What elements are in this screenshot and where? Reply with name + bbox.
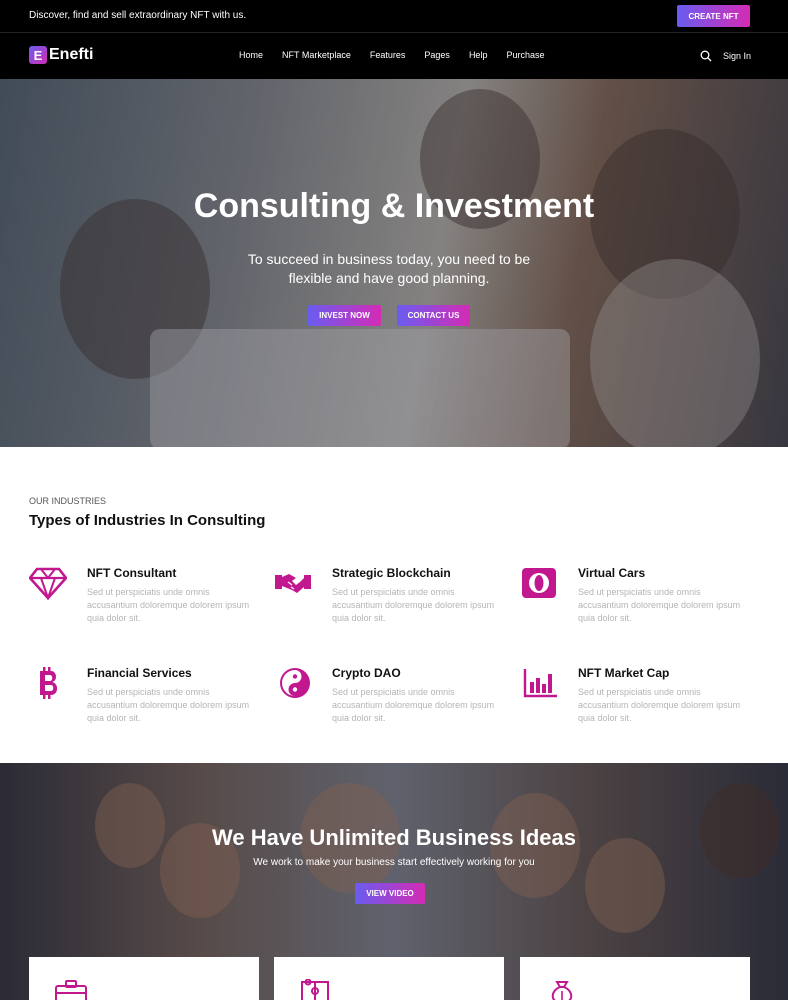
feature-card[interactable]: [520, 957, 750, 1000]
industry-name: NFT Market Cap: [578, 666, 670, 680]
industry-item[interactable]: Virtual Cars Sed ut perspiciatis unde om…: [520, 566, 750, 626]
industry-description: Sed ut perspiciatis unde omnis accusanti…: [578, 587, 741, 623]
yin-yang-icon: [280, 668, 310, 698]
money-bag-icon: [551, 981, 573, 1000]
search-icon[interactable]: [700, 50, 712, 62]
diamond-icon: [29, 567, 67, 600]
bar-chart-icon: [523, 669, 557, 698]
industry-description: Sed ut perspiciatis unde omnis accusanti…: [578, 687, 741, 723]
bitcoin-icon: [40, 667, 58, 699]
industry-name: Financial Services: [87, 666, 192, 680]
industry-item[interactable]: Financial Services Sed ut perspiciatis u…: [29, 666, 259, 726]
industry-item[interactable]: NFT Consultant Sed ut perspiciatis unde …: [29, 566, 259, 626]
nav-item-features[interactable]: Features: [370, 50, 406, 60]
industry-item[interactable]: Crypto DAO Sed ut perspiciatis unde omni…: [274, 666, 504, 726]
industry-item[interactable]: Strategic Blockchain Sed ut perspiciatis…: [274, 566, 504, 626]
industry-name: NFT Consultant: [87, 566, 177, 580]
nav-item-pages[interactable]: Pages: [424, 50, 450, 60]
nav-item-purchase[interactable]: Purchase: [506, 50, 544, 60]
announcement-text: Discover, find and sell extraordinary NF…: [29, 10, 247, 21]
view-video-button[interactable]: VIEW VIDEO: [355, 883, 425, 904]
sign-in-link[interactable]: Sign In: [723, 51, 751, 61]
hero-section: Consulting & Investment To succeed in bu…: [0, 79, 788, 447]
industry-item[interactable]: NFT Market Cap Sed ut perspiciatis unde …: [520, 666, 750, 726]
brand-name: Enefti: [49, 46, 94, 63]
puzzle-icon: [301, 979, 329, 1000]
nav-menu: Home NFT Marketplace Features Pages Help…: [239, 50, 563, 60]
logo[interactable]: E Enefti: [29, 46, 93, 64]
feature-card[interactable]: [29, 957, 259, 1000]
nav-item-help[interactable]: Help: [469, 50, 488, 60]
ideas-subtitle: We work to make your business start effe…: [253, 857, 535, 868]
hero-subtitle: To succeed in business today, you need t…: [247, 251, 531, 286]
nav-item-nft-marketplace[interactable]: NFT Marketplace: [282, 50, 351, 60]
handshake-icon: [275, 574, 311, 593]
main-navigation: E Enefti Home NFT Marketplace Features P…: [0, 33, 788, 79]
section-title: Types of Industries In Consulting: [29, 512, 266, 529]
industry-description: Sed ut perspiciatis unde omnis accusanti…: [332, 587, 495, 623]
industry-name: Virtual Cars: [578, 566, 646, 580]
logo-mark: E: [29, 46, 47, 64]
hero-title: Consulting & Investment: [193, 187, 595, 225]
industry-name: Strategic Blockchain: [332, 566, 451, 580]
ideas-title: We Have Unlimited Business Ideas: [212, 825, 576, 850]
top-announcement-bar: Discover, find and sell extraordinary NF…: [0, 0, 788, 33]
contact-us-button[interactable]: CONTACT US: [397, 305, 470, 326]
feature-card[interactable]: [274, 957, 504, 1000]
card-icon: [522, 568, 556, 598]
create-nft-button[interactable]: CREATE NFT: [677, 5, 750, 27]
industry-description: Sed ut perspiciatis unde omnis accusanti…: [87, 587, 250, 623]
industry-description: Sed ut perspiciatis unde omnis accusanti…: [332, 687, 495, 723]
section-kicker: OUR INDUSTRIES: [29, 496, 107, 506]
industry-name: Crypto DAO: [332, 666, 401, 680]
briefcase-icon: [55, 980, 87, 1000]
invest-now-button[interactable]: INVEST NOW: [308, 305, 381, 326]
nav-item-home[interactable]: Home: [239, 50, 263, 60]
industry-description: Sed ut perspiciatis unde omnis accusanti…: [87, 687, 250, 723]
